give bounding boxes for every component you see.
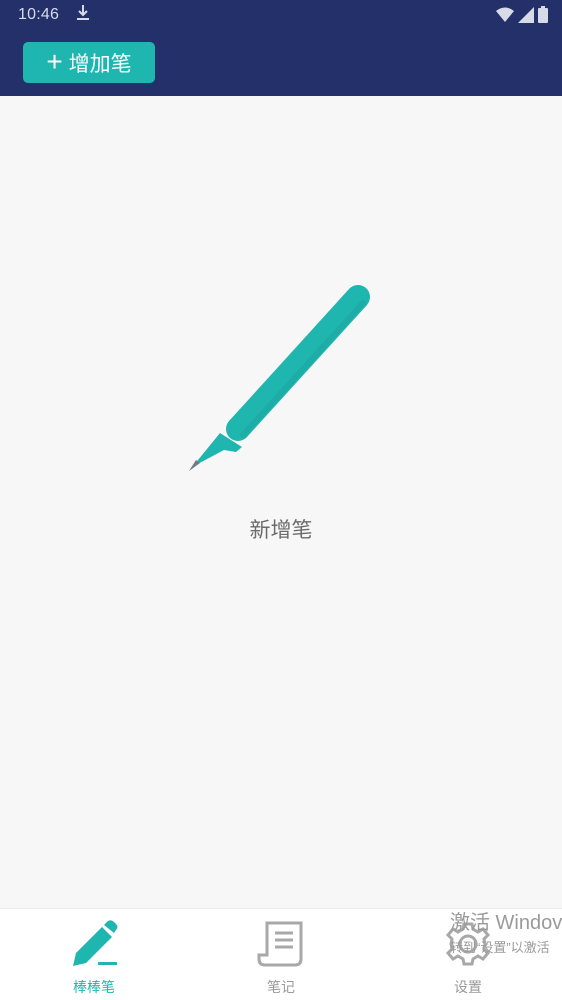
pen-illustration-icon[interactable]: [180, 276, 380, 481]
status-bar: 10:46: [0, 0, 562, 30]
nav-label-notes: 笔记: [267, 979, 295, 995]
app-header: 10:46 + 增加笔: [0, 0, 562, 96]
empty-state: 新增笔: [0, 96, 562, 909]
nav-label-settings: 设置: [454, 979, 482, 995]
gear-icon: [408, 919, 528, 974]
notes-icon: [221, 919, 341, 974]
nav-item-settings[interactable]: 设置: [408, 909, 528, 1000]
bottom-nav: 棒棒笔 笔记 设置: [0, 908, 562, 1000]
pen-icon: [34, 919, 154, 974]
signal-icon: [518, 6, 534, 28]
add-pen-button[interactable]: + 增加笔: [23, 42, 155, 83]
empty-state-label[interactable]: 新增笔: [0, 514, 562, 544]
status-time: 10:46: [18, 6, 60, 23]
add-pen-button-label: 增加笔: [68, 52, 132, 76]
download-icon: [76, 4, 90, 27]
nav-item-pens[interactable]: 棒棒笔: [34, 909, 154, 1000]
nav-label-pens: 棒棒笔: [73, 979, 115, 995]
nav-item-notes[interactable]: 笔记: [221, 909, 341, 1000]
wifi-icon: [496, 7, 514, 28]
plus-icon: +: [46, 45, 63, 77]
battery-icon: [538, 6, 548, 28]
